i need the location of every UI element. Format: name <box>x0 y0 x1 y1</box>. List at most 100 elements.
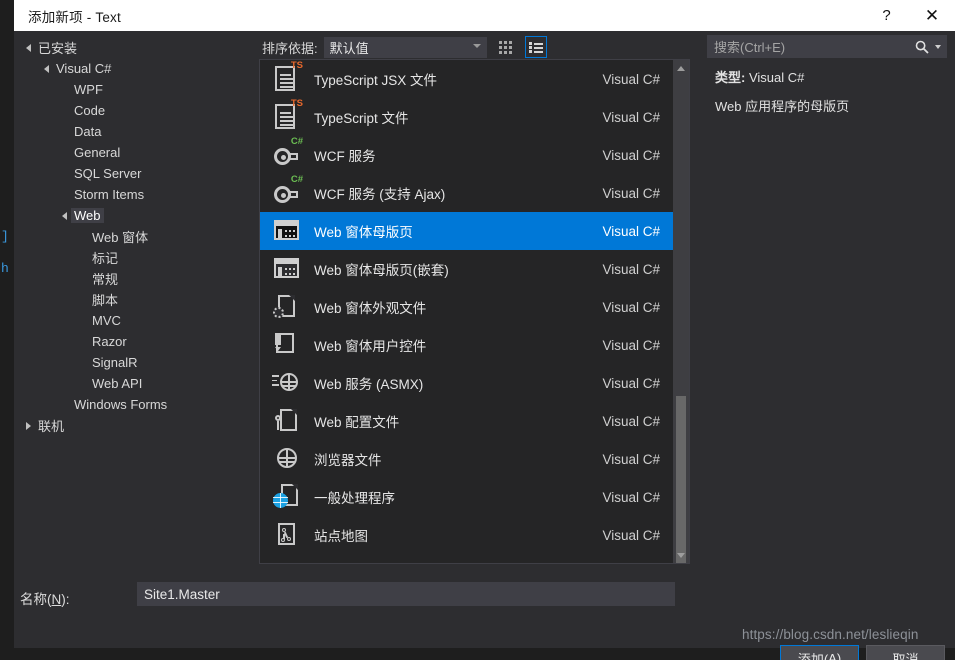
template-item-language: Visual C# <box>602 185 660 201</box>
template-list-item[interactable]: Web 窗体母版页(嵌套) Visual C# <box>260 250 674 288</box>
name-label: 名称(N): <box>20 592 70 607</box>
template-list-item[interactable]: 一般处理程序 Visual C# <box>260 478 674 516</box>
tree-item-17[interactable]: Windows Forms <box>14 394 250 415</box>
tree-item-label: WPF <box>74 82 103 97</box>
typescript-file-icon: TS <box>272 99 303 132</box>
wcf-service-icon: C# <box>272 174 303 208</box>
tree-item-label: Visual C# <box>56 61 112 76</box>
tree-item-3[interactable]: Code <box>14 100 250 121</box>
template-item-language: Visual C# <box>602 147 660 163</box>
template-list-item[interactable]: 浏览器文件 Visual C# <box>260 440 674 478</box>
template-list-item[interactable]: C# WCF 服务 Visual C# <box>260 136 674 174</box>
template-list-container: TS TypeScript JSX 文件 Visual C# TS TypeScript… <box>259 59 690 564</box>
master-page-icon <box>272 216 302 246</box>
tree-item-14[interactable]: Razor <box>14 331 250 352</box>
sort-value: 默认值 <box>329 40 369 56</box>
search-input[interactable]: 搜索(Ctrl+E) <box>707 35 947 58</box>
template-list-item[interactable]: C# WCF 服务 (支持 Ajax) Visual C# <box>260 174 674 212</box>
template-item-name: TypeScript 文件 <box>314 111 409 126</box>
template-item-language: Visual C# <box>602 71 660 87</box>
dialog-titlebar: 添加新项 - Text ? ✕ <box>14 0 955 31</box>
scroll-up-arrow-icon[interactable] <box>673 60 689 76</box>
template-list-scrollbar[interactable] <box>673 60 689 563</box>
titlebar-buttons: ? ✕ <box>864 0 955 31</box>
template-list-item[interactable]: Web 服务 (ASMX) Visual C# <box>260 364 674 402</box>
tree-item-label: Razor <box>92 334 127 349</box>
template-list-item[interactable]: TS TypeScript JSX 文件 Visual C# <box>260 60 674 98</box>
name-input[interactable]: Site1.Master <box>137 582 675 606</box>
template-item-name: WCF 服务 (支持 Ajax) <box>314 187 446 202</box>
scrollbar-thumb[interactable] <box>676 396 686 563</box>
tree-item-9[interactable]: Web 窗体 <box>14 226 250 247</box>
tree-item-11[interactable]: 常规 <box>14 268 250 289</box>
tree-item-12[interactable]: 脚本 <box>14 289 250 310</box>
tree-item-5[interactable]: General <box>14 142 250 163</box>
template-item-name: WCF 服务 <box>314 149 376 164</box>
close-button[interactable]: ✕ <box>909 0 955 31</box>
tree-item-15[interactable]: SignalR <box>14 352 250 373</box>
tree-item-4[interactable]: Data <box>14 121 250 142</box>
tree-item-8[interactable]: Web <box>14 205 250 226</box>
expand-arrow-down-icon[interactable] <box>58 211 71 220</box>
tree-item-label: 联机 <box>38 419 65 434</box>
template-item-language: Visual C# <box>602 527 660 543</box>
template-item-language: Visual C# <box>602 375 660 391</box>
list-view-button[interactable] <box>524 36 547 58</box>
tree-item-10[interactable]: 标记 <box>14 247 250 268</box>
icon-badge: C# <box>290 174 303 185</box>
template-list[interactable]: TS TypeScript JSX 文件 Visual C# TS TypeScript… <box>260 60 674 563</box>
chevron-down-icon <box>472 43 481 48</box>
template-item-name: TypeScript JSX 文件 <box>314 73 438 88</box>
expand-arrow-right-icon[interactable] <box>22 421 35 430</box>
template-description-text: Web 应用程序的母版页 <box>715 99 850 114</box>
sort-dropdown[interactable]: 默认值 <box>323 36 487 58</box>
expand-arrow-down-icon[interactable] <box>22 43 35 52</box>
tree-item-6[interactable]: SQL Server <box>14 163 250 184</box>
add-button[interactable]: 添加(A) <box>780 645 859 660</box>
tree-item-label: 标记 <box>92 251 119 266</box>
tree-item-label: SignalR <box>92 355 138 370</box>
template-list-item[interactable]: Web 窗体外观文件 Visual C# <box>260 288 674 326</box>
template-item-name: Web 配置文件 <box>314 415 400 430</box>
expand-arrow-down-icon[interactable] <box>40 64 53 73</box>
template-item-name: Web 窗体母版页(嵌套) <box>314 263 449 278</box>
tree-item-label: Windows Forms <box>74 397 168 412</box>
help-button[interactable]: ? <box>864 0 909 31</box>
cancel-button[interactable]: 取消 <box>866 645 945 660</box>
template-list-item[interactable]: Web 窗体用户控件 Visual C# <box>260 326 674 364</box>
template-list-item[interactable]: Web 配置文件 Visual C# <box>260 402 674 440</box>
list-view-icon <box>528 41 543 53</box>
template-item-language: Visual C# <box>602 451 660 467</box>
background-code-text: h <box>1 261 9 276</box>
screen: ] h 添加新项 - Text ? ✕ 已安装 Visual C# WPF Code D… <box>0 0 955 660</box>
tree-item-1[interactable]: Visual C# <box>14 58 250 79</box>
template-item-language: Visual C# <box>602 489 660 505</box>
search-dropdown-icon[interactable] <box>932 44 944 49</box>
tree-item-13[interactable]: MVC <box>14 310 250 331</box>
scroll-down-arrow-icon[interactable] <box>673 547 689 563</box>
tree-item-2[interactable]: WPF <box>14 79 250 100</box>
search-placeholder: 搜索(Ctrl+E) <box>714 40 786 55</box>
template-list-item[interactable]: TS TypeScript 文件 Visual C# <box>260 98 674 136</box>
grid-view-button[interactable] <box>495 36 517 58</box>
tree-item-16[interactable]: Web API <box>14 373 250 394</box>
template-item-name: 一般处理程序 <box>314 491 395 506</box>
template-item-name: Web 服务 (ASMX) <box>314 377 424 392</box>
tree-item-18[interactable]: 联机 <box>14 415 250 436</box>
tree-item-label: Web 窗体 <box>92 230 149 245</box>
template-type-line: 类型: Visual C# <box>715 67 955 86</box>
tree-item-label: SQL Server <box>74 166 142 181</box>
tree-item-0[interactable]: 已安装 <box>14 37 250 58</box>
tree-item-7[interactable]: Storm Items <box>14 184 250 205</box>
tree-item-label: 脚本 <box>92 293 119 308</box>
template-item-language: Visual C# <box>602 299 660 315</box>
category-tree[interactable]: 已安装 Visual C# WPF Code Data General SQL Server… <box>14 31 250 576</box>
tree-item-label: Code <box>74 103 106 118</box>
template-list-item[interactable]: Web 窗体母版页 Visual C# <box>260 212 674 250</box>
template-item-name: Web 窗体用户控件 <box>314 339 427 354</box>
template-list-item[interactable]: 站点地图 Visual C# <box>260 516 674 554</box>
search-icon[interactable] <box>912 40 932 54</box>
tree-item-label: General <box>74 145 121 160</box>
template-item-language: Visual C# <box>602 109 660 125</box>
template-description: 类型: Visual C# Web 应用程序的母版页 <box>707 67 955 567</box>
